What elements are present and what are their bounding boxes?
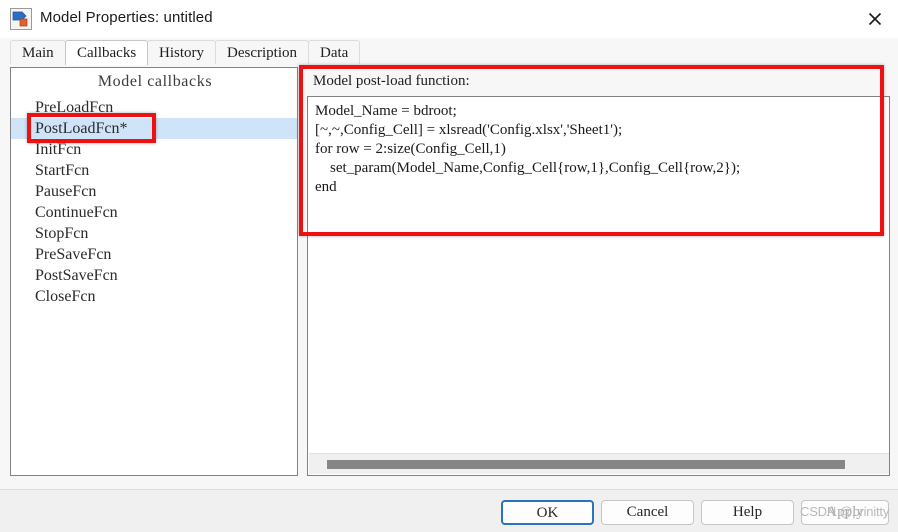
code-panel-label: Model post-load function: (313, 73, 470, 89)
close-icon[interactable] (852, 0, 898, 38)
help-button[interactable]: Help (701, 500, 794, 525)
callback-list-item[interactable]: PostLoadFcn* (11, 118, 297, 139)
tab-callbacks[interactable]: Callbacks (65, 40, 149, 65)
callback-list-item[interactable]: PostSaveFcn (11, 265, 297, 286)
model-properties-window: Model Properties: untitled Main Callback… (0, 0, 898, 532)
code-editor-hscrollbar[interactable] (309, 453, 889, 474)
cancel-button[interactable]: Cancel (601, 500, 694, 525)
tab-history[interactable]: History (147, 40, 216, 64)
callback-list-item[interactable]: StartFcn (11, 160, 297, 181)
callback-list-item[interactable]: InitFcn (11, 139, 297, 160)
tab-description[interactable]: Description (215, 40, 309, 64)
callback-list-item[interactable]: StopFcn (11, 223, 297, 244)
tab-data[interactable]: Data (308, 40, 361, 64)
title-bar: Model Properties: untitled (0, 0, 898, 39)
callback-list-item[interactable]: PreSaveFcn (11, 244, 297, 265)
code-editor-hscrollbar-thumb[interactable] (327, 460, 845, 469)
model-callbacks-header: Model callbacks (97, 73, 213, 90)
dialog-body: Model callbacks PreLoadFcn PostLoadFcn* In… (0, 64, 898, 489)
callback-code-panel: Model post-load function: Model_Name = b… (307, 67, 890, 476)
code-editor-text[interactable]: Model_Name = bdroot; [~,~,Config_Cell] =… (315, 102, 740, 197)
simulink-model-icon (10, 8, 32, 30)
model-callbacks-panel: Model callbacks PreLoadFcn PostLoadFcn* In… (10, 67, 298, 476)
code-editor[interactable]: Model_Name = bdroot; [~,~,Config_Cell] =… (307, 96, 890, 476)
window-title: Model Properties: untitled (40, 9, 213, 26)
callback-list-item[interactable]: PauseFcn (11, 181, 297, 202)
apply-button: Apply (801, 500, 889, 525)
ok-button[interactable]: OK (501, 500, 594, 525)
tab-main[interactable]: Main (10, 40, 66, 64)
callbacks-list[interactable]: PreLoadFcn PostLoadFcn* InitFcn StartFcn Pau… (11, 97, 297, 307)
tab-strip: Main Callbacks History Description Data (0, 38, 898, 65)
dialog-footer: OK Cancel Help Apply (0, 489, 898, 532)
callback-list-item[interactable]: PreLoadFcn (11, 97, 297, 118)
callback-list-item[interactable]: CloseFcn (11, 286, 297, 307)
callback-list-item[interactable]: ContinueFcn (11, 202, 297, 223)
